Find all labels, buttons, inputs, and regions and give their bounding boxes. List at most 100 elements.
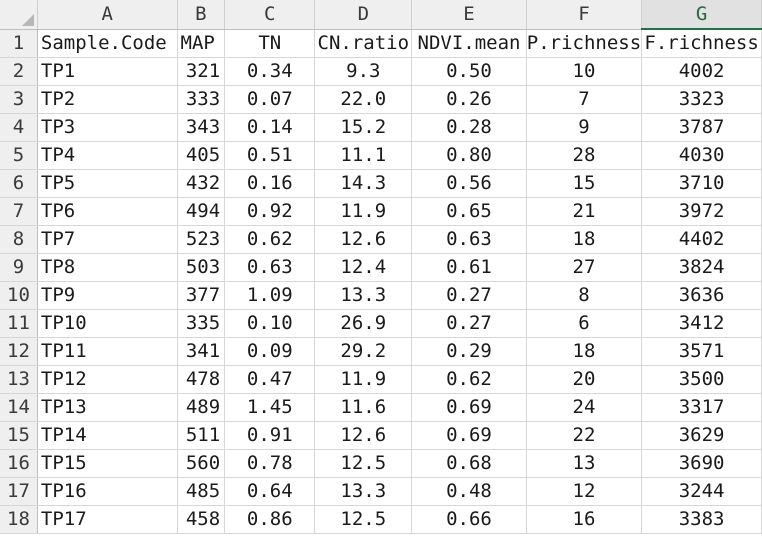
row-header[interactable]: 14	[0, 393, 38, 422]
cell-b13[interactable]: 478	[177, 365, 226, 394]
cell-f18[interactable]: 16	[526, 505, 643, 534]
cell-b3[interactable]: 333	[177, 85, 226, 114]
cell-c1[interactable]: TN	[224, 29, 316, 58]
row-header[interactable]: 9	[0, 253, 38, 282]
cell-d6[interactable]: 14.3	[314, 169, 413, 198]
cell-e16[interactable]: 0.68	[411, 449, 527, 478]
cell-d11[interactable]: 26.9	[314, 309, 413, 338]
cell-g13[interactable]: 3500	[641, 365, 762, 394]
cell-f12[interactable]: 18	[526, 337, 643, 366]
select-all-corner[interactable]	[0, 0, 38, 30]
row-header[interactable]: 18	[0, 505, 38, 534]
cell-b7[interactable]: 494	[177, 197, 226, 226]
cell-a9[interactable]: TP8	[37, 253, 178, 282]
cell-c10[interactable]: 1.09	[224, 281, 316, 310]
cell-a15[interactable]: TP14	[37, 421, 178, 450]
cell-e12[interactable]: 0.29	[411, 337, 527, 366]
cell-e3[interactable]: 0.26	[411, 85, 527, 114]
cell-e15[interactable]: 0.69	[411, 421, 527, 450]
cell-c15[interactable]: 0.91	[224, 421, 316, 450]
cell-d3[interactable]: 22.0	[314, 85, 413, 114]
cell-d5[interactable]: 11.1	[314, 141, 413, 170]
cell-e18[interactable]: 0.66	[411, 505, 527, 534]
cell-f6[interactable]: 15	[526, 169, 643, 198]
cell-f8[interactable]: 18	[526, 225, 643, 254]
row-header[interactable]: 7	[0, 197, 38, 226]
cell-g2[interactable]: 4002	[641, 57, 762, 86]
cell-f7[interactable]: 21	[526, 197, 643, 226]
cell-e10[interactable]: 0.27	[411, 281, 527, 310]
row-header[interactable]: 1	[0, 29, 38, 58]
row-header[interactable]: 5	[0, 141, 38, 170]
cell-g3[interactable]: 3323	[641, 85, 762, 114]
cell-b18[interactable]: 458	[177, 505, 226, 534]
cell-b8[interactable]: 523	[177, 225, 226, 254]
cell-b9[interactable]: 503	[177, 253, 226, 282]
cell-f11[interactable]: 6	[526, 309, 643, 338]
cell-e1[interactable]: NDVI.mean	[411, 29, 527, 58]
row-header[interactable]: 11	[0, 309, 38, 338]
row-header[interactable]: 10	[0, 281, 38, 310]
cell-d18[interactable]: 12.5	[314, 505, 413, 534]
cell-b1[interactable]: MAP	[177, 29, 226, 58]
cell-d13[interactable]: 11.9	[314, 365, 413, 394]
cell-d9[interactable]: 12.4	[314, 253, 413, 282]
cell-a7[interactable]: TP6	[37, 197, 178, 226]
cell-g1[interactable]: F.richness	[641, 29, 762, 58]
cell-c7[interactable]: 0.92	[224, 197, 316, 226]
cell-d4[interactable]: 15.2	[314, 113, 413, 142]
cell-b16[interactable]: 560	[177, 449, 226, 478]
cell-d16[interactable]: 12.5	[314, 449, 413, 478]
cell-f4[interactable]: 9	[526, 113, 643, 142]
cell-d2[interactable]: 9.3	[314, 57, 413, 86]
cell-d14[interactable]: 11.6	[314, 393, 413, 422]
cell-f5[interactable]: 28	[526, 141, 643, 170]
cell-c18[interactable]: 0.86	[224, 505, 316, 534]
cell-b2[interactable]: 321	[177, 57, 226, 86]
cell-a13[interactable]: TP12	[37, 365, 178, 394]
cell-g12[interactable]: 3571	[641, 337, 762, 366]
row-header[interactable]: 3	[0, 85, 38, 114]
row-header[interactable]: 16	[0, 449, 38, 478]
cell-b4[interactable]: 343	[177, 113, 226, 142]
cell-b6[interactable]: 432	[177, 169, 226, 198]
cell-c9[interactable]: 0.63	[224, 253, 316, 282]
cell-g16[interactable]: 3690	[641, 449, 762, 478]
cell-f17[interactable]: 12	[526, 477, 643, 506]
cell-c5[interactable]: 0.51	[224, 141, 316, 170]
cell-c16[interactable]: 0.78	[224, 449, 316, 478]
cell-d17[interactable]: 13.3	[314, 477, 413, 506]
column-header-g[interactable]: G	[641, 0, 762, 30]
cell-g17[interactable]: 3244	[641, 477, 762, 506]
row-header[interactable]: 15	[0, 421, 38, 450]
row-header[interactable]: 12	[0, 337, 38, 366]
column-header-c[interactable]: C	[224, 0, 316, 30]
cell-a10[interactable]: TP9	[37, 281, 178, 310]
row-header[interactable]: 4	[0, 113, 38, 142]
cell-a2[interactable]: TP1	[37, 57, 178, 86]
column-header-e[interactable]: E	[411, 0, 527, 30]
cell-c11[interactable]: 0.10	[224, 309, 316, 338]
cell-e8[interactable]: 0.63	[411, 225, 527, 254]
cell-e5[interactable]: 0.80	[411, 141, 527, 170]
cell-g10[interactable]: 3636	[641, 281, 762, 310]
row-header[interactable]: 2	[0, 57, 38, 86]
cell-d10[interactable]: 13.3	[314, 281, 413, 310]
cell-e2[interactable]: 0.50	[411, 57, 527, 86]
cell-a3[interactable]: TP2	[37, 85, 178, 114]
cell-b5[interactable]: 405	[177, 141, 226, 170]
cell-a18[interactable]: TP17	[37, 505, 178, 534]
cell-g8[interactable]: 4402	[641, 225, 762, 254]
cell-d8[interactable]: 12.6	[314, 225, 413, 254]
cell-b10[interactable]: 377	[177, 281, 226, 310]
cell-a14[interactable]: TP13	[37, 393, 178, 422]
cell-b14[interactable]: 489	[177, 393, 226, 422]
cell-b17[interactable]: 485	[177, 477, 226, 506]
cell-e4[interactable]: 0.28	[411, 113, 527, 142]
cell-a5[interactable]: TP4	[37, 141, 178, 170]
cell-f10[interactable]: 8	[526, 281, 643, 310]
cell-g7[interactable]: 3972	[641, 197, 762, 226]
cell-g14[interactable]: 3317	[641, 393, 762, 422]
column-header-f[interactable]: F	[526, 0, 643, 30]
cell-g15[interactable]: 3629	[641, 421, 762, 450]
